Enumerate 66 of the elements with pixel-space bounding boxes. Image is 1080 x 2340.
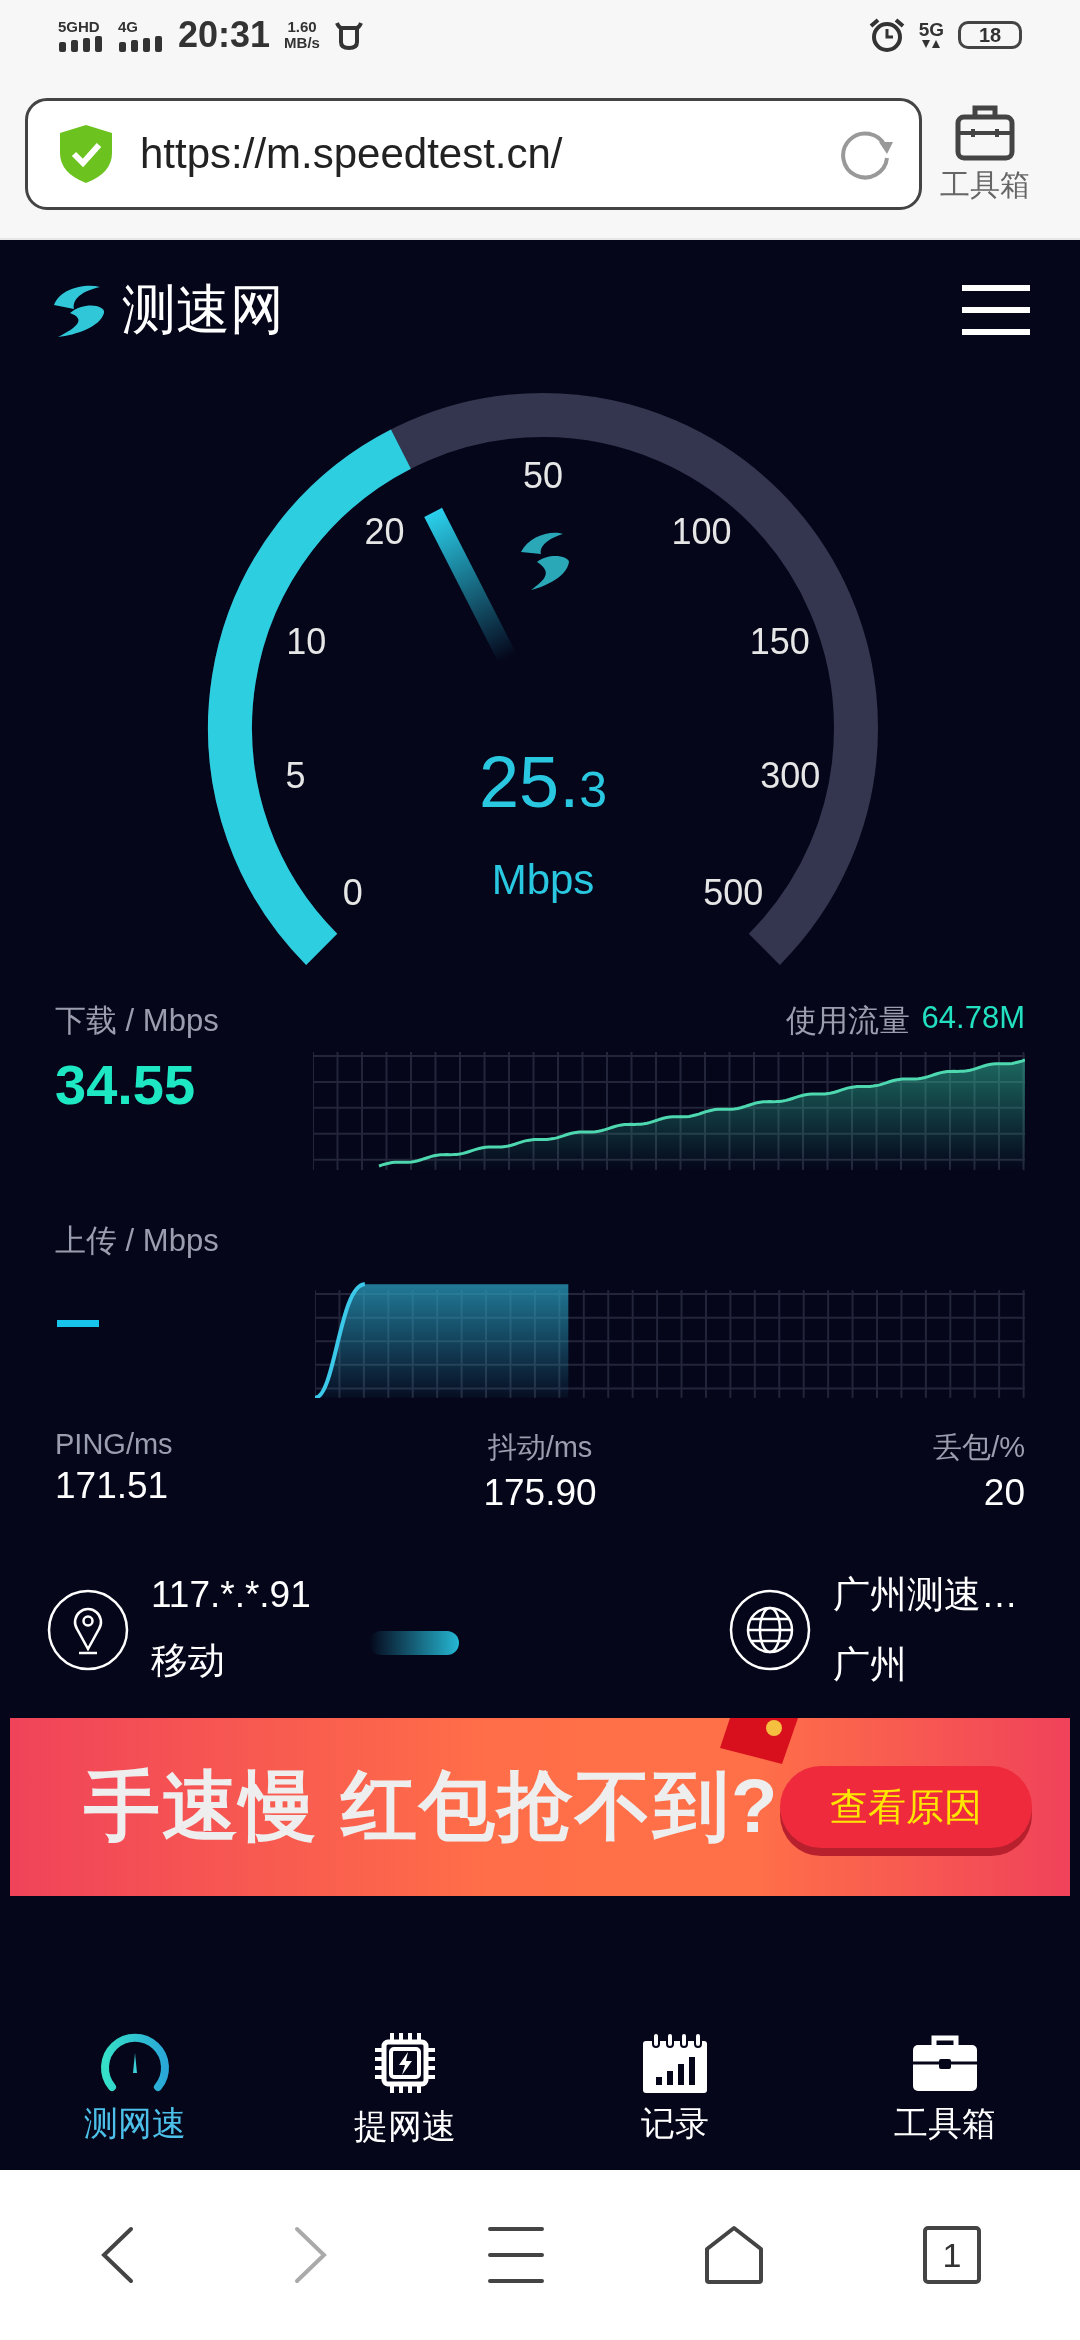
gauge-tick-label: 50 <box>523 455 563 497</box>
globe-icon <box>729 1589 811 1671</box>
metric-label: 丢包/% <box>933 1430 1025 1465</box>
tabs-button[interactable]: 1 <box>923 2226 981 2284</box>
menu-icon <box>487 2226 545 2284</box>
network-label: 5GHD <box>58 18 100 34</box>
logo-text: 测速网 <box>122 277 284 341</box>
metric-label: PING/ms <box>55 1428 174 1461</box>
gauge-tick-label: 5 <box>285 755 306 798</box>
gauge-tick-label: 300 <box>760 755 821 798</box>
logo-icon <box>521 532 569 590</box>
forward-icon <box>293 2226 329 2284</box>
gauge-tick-label: 20 <box>364 511 405 554</box>
network-label: 5G <box>918 21 944 37</box>
data-arrows-icon <box>921 38 942 49</box>
calendar-chart-icon <box>642 2033 708 2093</box>
gauge-tick-label: 10 <box>286 620 327 663</box>
home-button[interactable] <box>703 2225 765 2285</box>
data-usage-label: 使用流量 <box>785 1002 910 1040</box>
download-label: 下载 / Mbps <box>55 1002 219 1040</box>
cow-head-icon <box>333 20 364 50</box>
network-speed: 1.60 <box>287 19 317 35</box>
isp-name: 移动 <box>151 1639 226 1683</box>
speed-value: 25.3 <box>479 741 607 823</box>
server-city: 广州 <box>833 1643 908 1687</box>
nav-tab[interactable]: 测网速 <box>0 2010 270 2170</box>
gauge-icon <box>100 2033 170 2093</box>
speed-unit: MB/s <box>284 35 320 51</box>
battery-indicator: 18 <box>958 21 1022 49</box>
home-icon <box>703 2225 765 2285</box>
toolbox-icon <box>912 2033 978 2093</box>
alarm-icon <box>868 17 905 53</box>
gauge-tick-label: 500 <box>703 872 764 915</box>
location-pin-icon <box>47 1589 129 1671</box>
clock-time: 20:31 <box>178 14 271 56</box>
empty-value-dash <box>57 1320 99 1327</box>
reload-icon[interactable] <box>839 128 895 180</box>
nav-tab[interactable]: 提网速 <box>270 2010 540 2170</box>
signal-icon <box>58 35 104 52</box>
download-speed: 34.55 <box>55 1052 197 1117</box>
speed-unit: Mbps <box>491 856 595 904</box>
nav-tab[interactable]: 工具箱 <box>810 2010 1080 2170</box>
metric-label: 抖动/ms <box>487 1430 593 1465</box>
signal-icon <box>118 35 164 52</box>
data-usage-value: 64.78M <box>921 1000 1025 1037</box>
menu-button[interactable] <box>487 2226 545 2284</box>
toolbox-button[interactable]: 工具箱 <box>940 102 1030 206</box>
ip-address: 117.*.*.91 <box>151 1574 311 1616</box>
banner-headline: 手速慢 红包抢不到? <box>84 1761 780 1850</box>
gauge-tick-label: 0 <box>342 872 363 915</box>
gauge-tick-label: 100 <box>671 511 732 554</box>
menu-icon[interactable] <box>960 284 1032 336</box>
back-icon <box>99 2226 135 2284</box>
server-name: 广州测速… <box>833 1573 1019 1617</box>
url-text: https://m.speedtest.cn/ <box>140 130 564 178</box>
chip-icon <box>372 2030 438 2096</box>
nav-tab[interactable]: 记录 <box>540 2010 810 2170</box>
back-button[interactable] <box>99 2226 135 2284</box>
metric-value: 175.90 <box>483 1472 597 1514</box>
shield-check-icon <box>58 123 114 185</box>
gauge-tick-label: 150 <box>749 620 810 663</box>
metric-value: 171.51 <box>55 1465 170 1507</box>
upload-label: 上传 / Mbps <box>55 1222 219 1260</box>
network-label: 4G <box>118 18 138 34</box>
metric-value: 20 <box>983 1472 1025 1514</box>
url-field[interactable]: https://m.speedtest.cn/ <box>25 98 922 210</box>
